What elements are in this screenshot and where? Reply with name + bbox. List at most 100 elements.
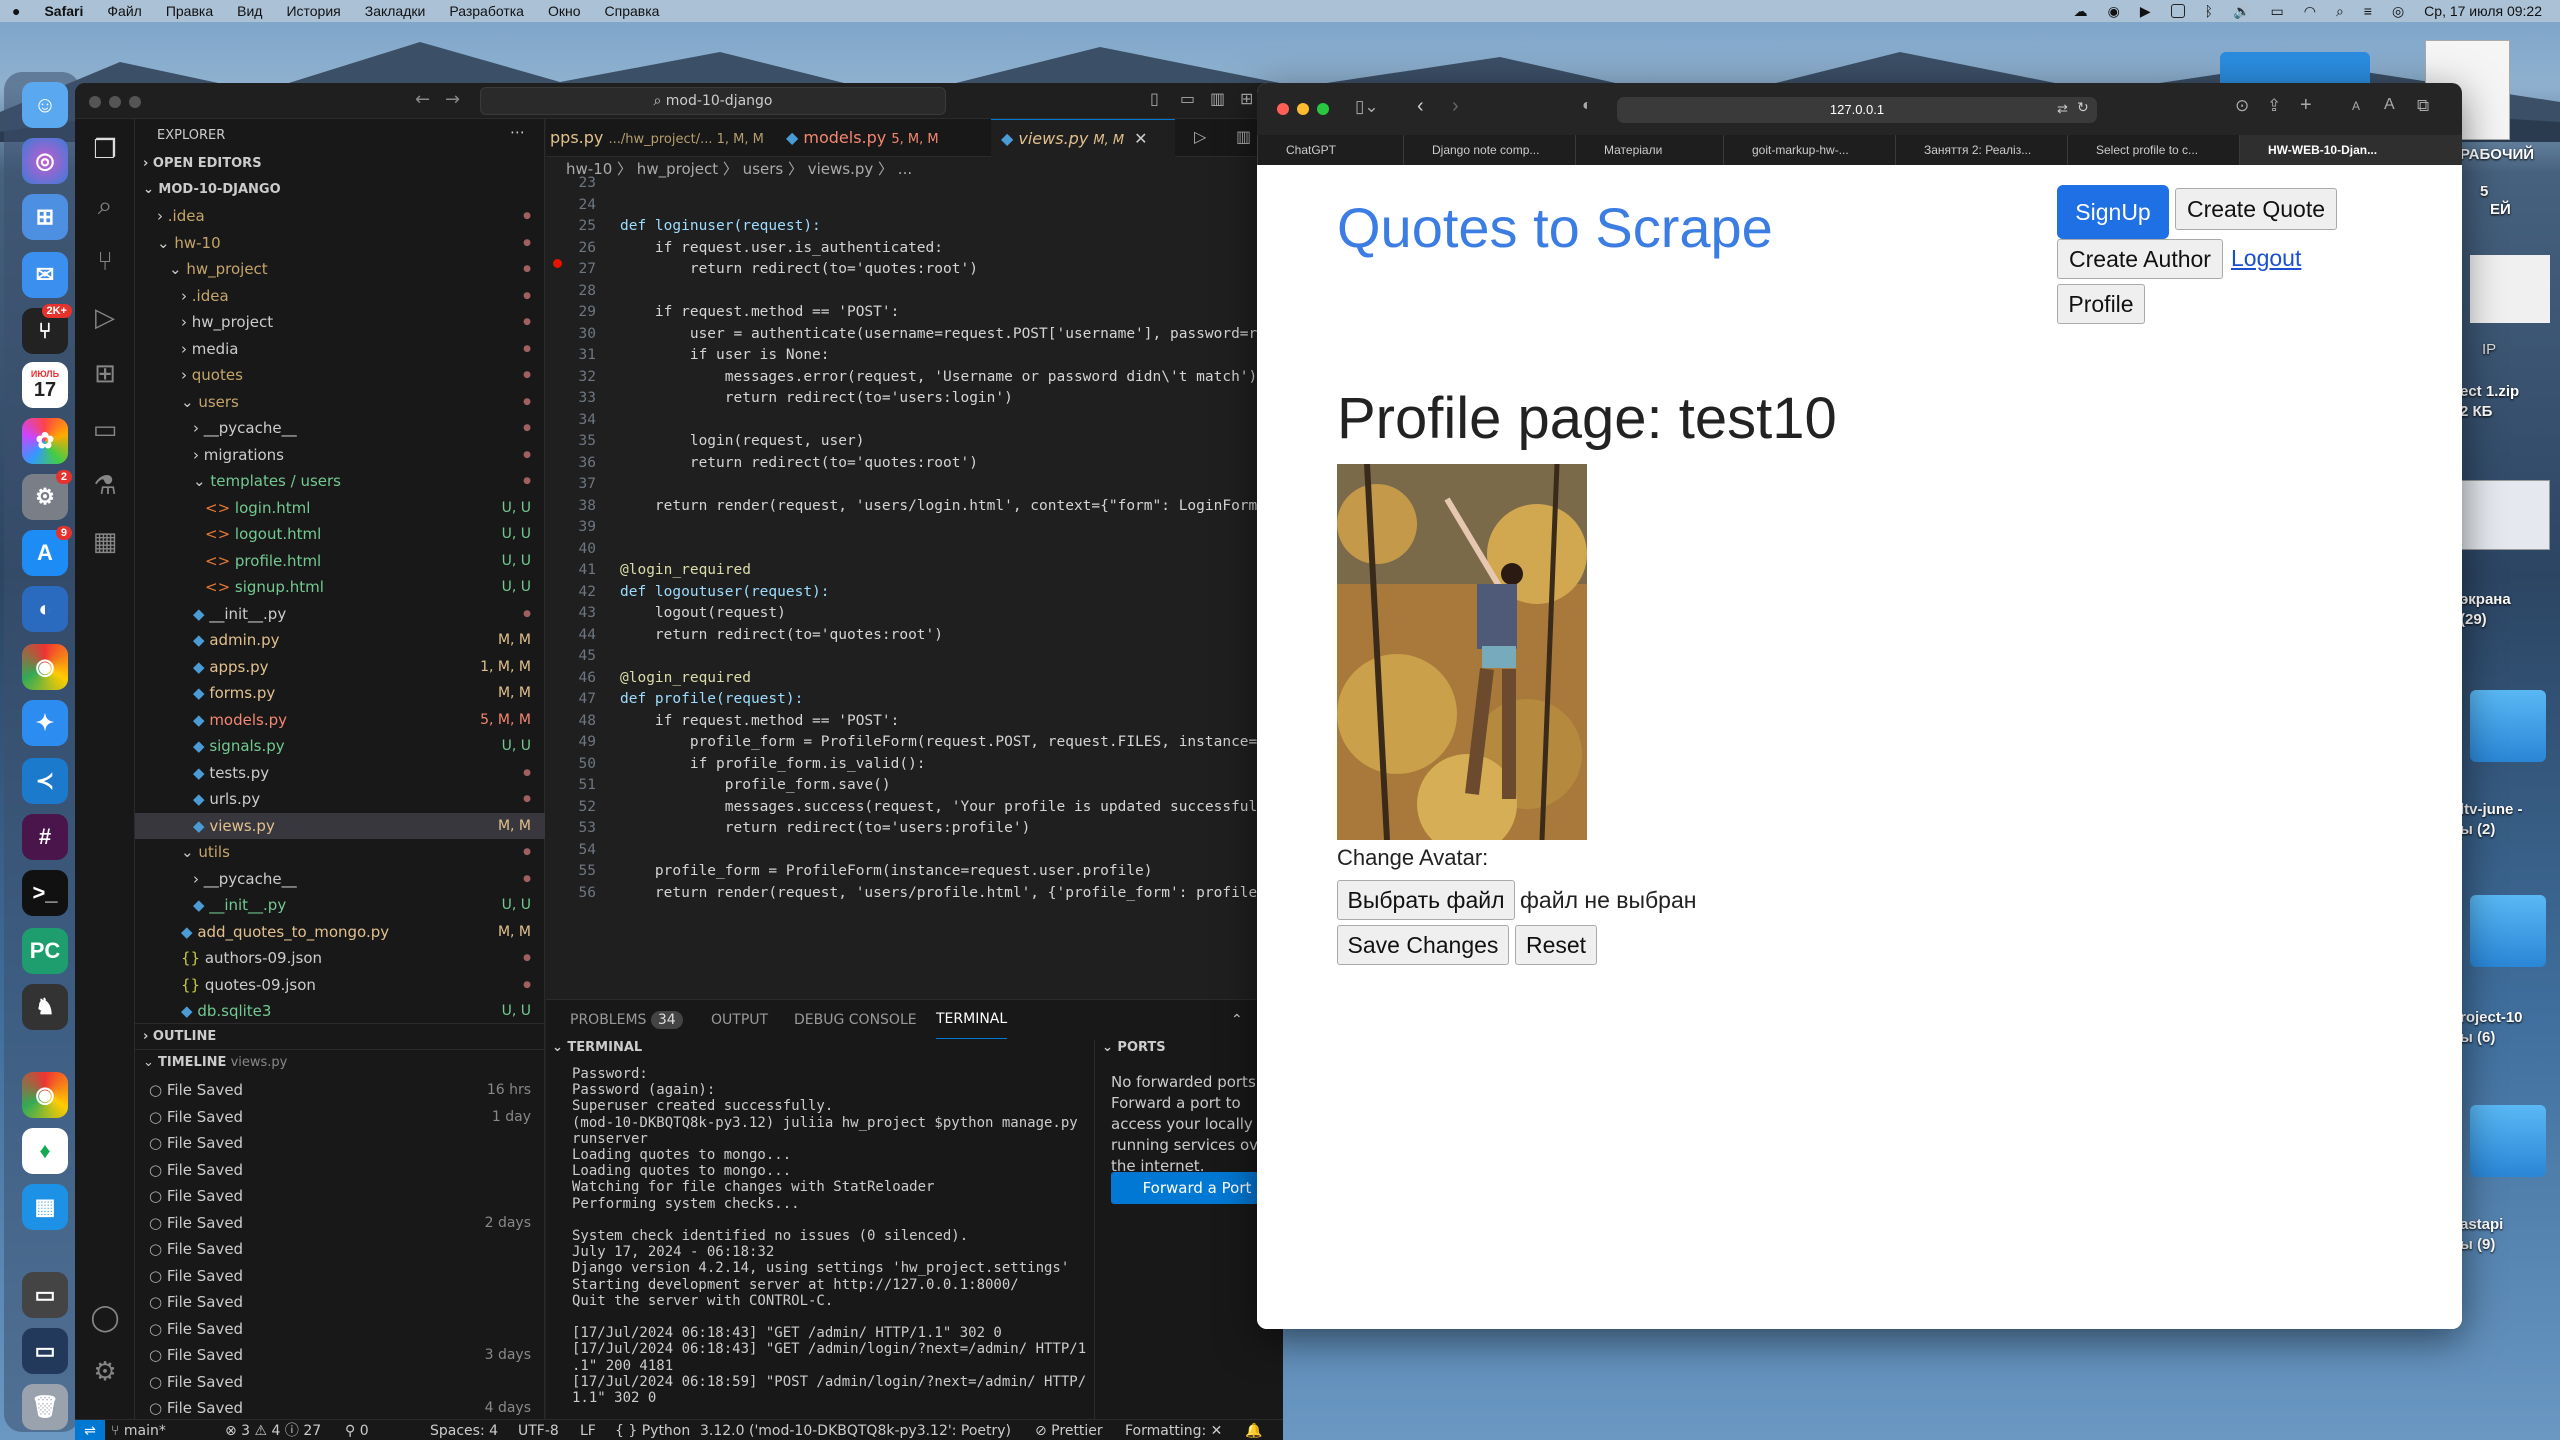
tree-item[interactable]: › __pycache__ ● — [135, 415, 545, 441]
safari-icon[interactable]: ✦ — [22, 700, 68, 746]
wifi-icon[interactable]: ◠ — [2304, 3, 2316, 20]
address-bar[interactable]: 127.0.0.1 — [1617, 97, 2097, 123]
new-tab-icon[interactable]: + — [2300, 94, 2312, 117]
indentation-status[interactable]: Spaces: 4 — [430, 1420, 498, 1440]
timeline-item[interactable]: ○ File Saved — [135, 1236, 545, 1262]
search-icon[interactable]: ⌕ — [2336, 3, 2344, 20]
sequel-icon[interactable]: ♞ — [22, 984, 68, 1030]
vscode-icon[interactable]: ≺ — [22, 758, 68, 804]
window-thumbnail-icon[interactable]: ▭ — [22, 1272, 68, 1318]
tab-terminal[interactable]: TERMINAL — [936, 1000, 1008, 1039]
timeline-item[interactable]: ○ File Saved 1 day — [135, 1104, 545, 1130]
project-section[interactable]: ⌄ MOD-10-DJANGO — [135, 177, 545, 203]
tree-item[interactable]: ⌄ users ● — [135, 389, 545, 415]
git-icon[interactable]: ⑂ 2K+ — [22, 304, 72, 354]
tree-item[interactable]: › .idea ● — [135, 203, 545, 229]
menu-edit[interactable]: Правка — [154, 3, 225, 19]
sidebar-icon[interactable]: ▯⌄ — [1355, 97, 1379, 117]
control-center-icon[interactable]: ≡ — [2364, 3, 2372, 19]
tree-item[interactable]: ◆ __init__.py ● — [135, 601, 545, 627]
split-editor-icon[interactable]: ▥ — [1236, 127, 1251, 146]
photos-icon[interactable]: ✿ — [22, 418, 68, 464]
logout-link[interactable]: Logout — [2231, 245, 2301, 272]
tab-overview-icon[interactable]: ⧉ — [2417, 96, 2429, 116]
tree-item[interactable]: <> signup.html U, U — [135, 574, 545, 600]
bluetooth-icon[interactable]: ᛒ — [2205, 3, 2213, 19]
tree-item[interactable]: › hw_project ● — [135, 309, 545, 335]
settings-icon[interactable]: ⚙ 2 — [22, 470, 72, 520]
safari-tab[interactable]: ChatGPT — [1257, 135, 1403, 165]
tree-item[interactable]: › media ● — [135, 336, 545, 362]
zoom-window-button[interactable] — [129, 96, 141, 108]
status-icon[interactable]: ◉ — [2108, 3, 2120, 20]
zoom-window-button[interactable] — [1317, 103, 1329, 115]
more-actions-icon[interactable]: ⋯ — [510, 123, 525, 141]
create-quote-button[interactable]: Create Quote — [2175, 188, 2337, 230]
tree-item[interactable]: ◆ db.sqlite3 U, U — [135, 998, 545, 1024]
tree-item[interactable]: › __pycache__ ● — [135, 866, 545, 892]
timeline-item[interactable]: ○ File Saved 4 days — [135, 1395, 545, 1421]
proxyman-icon[interactable]: ◐ — [22, 586, 68, 632]
interpreter-status[interactable]: 3.12.0 ('mod-10-DKBQTQ8k-py3.12': Poetry… — [700, 1420, 1011, 1440]
tab-output[interactable]: OUTPUT — [711, 1000, 768, 1040]
timeline-item[interactable]: ○ File Saved 16 hrs — [135, 1077, 545, 1103]
notifications-bell-icon[interactable]: 🔔 — [1245, 1420, 1262, 1440]
finder-icon[interactable]: ☺ — [22, 82, 68, 128]
keyboard-input-icon[interactable] — [2170, 4, 2185, 18]
menu-app-name[interactable]: Safari — [32, 3, 95, 19]
chrome-icon[interactable]: ◉ — [22, 644, 68, 690]
screenshot-thumbnail[interactable] — [2460, 480, 2550, 550]
tab-apps[interactable]: pps.py .../hw_project/... 1, M, M — [550, 119, 764, 157]
formatting-status[interactable]: Formatting: ✕ — [1125, 1420, 1222, 1440]
forward-icon[interactable]: › — [1452, 95, 1459, 118]
safari-tab-active[interactable]: HW-WEB-10-Djan... — [2239, 135, 2462, 165]
prettier-status[interactable]: ⊘ Prettier — [1035, 1420, 1103, 1440]
safari-tab[interactable]: Django note comp... — [1403, 135, 1575, 165]
safari-tab[interactable]: Заняття 2: Реаліз... — [1895, 135, 2067, 165]
tree-item[interactable]: › .idea ● — [135, 283, 545, 309]
safari-tab[interactable]: goit-markup-hw-... — [1723, 135, 1895, 165]
minimize-window-button[interactable] — [1297, 103, 1309, 115]
tab-views[interactable]: ◆ views.py M, M ✕ — [991, 119, 1175, 157]
run-icon[interactable]: ▷ — [1194, 127, 1206, 146]
share-icon[interactable]: ⇪ — [2267, 96, 2281, 116]
mongodb-icon[interactable]: ♦ — [22, 1128, 68, 1174]
layout-icon[interactable]: ▥ — [1210, 89, 1225, 108]
apple-icon[interactable]: ● — [0, 3, 32, 19]
reset-button[interactable]: Reset — [1515, 925, 1597, 965]
testing-icon[interactable]: ⚗ — [88, 469, 122, 503]
search-icon[interactable]: ⌕ — [88, 189, 122, 223]
tree-item[interactable]: ◆ apps.py 1, M, M — [135, 654, 545, 680]
extensions-icon[interactable]: ⊞ — [88, 357, 122, 391]
code-editor[interactable]: 23 24 25 def loginuser(request): 26 if reque… — [546, 175, 1283, 999]
explorer-icon[interactable]: ❐ — [88, 133, 122, 167]
folder-icon[interactable] — [2470, 690, 2546, 762]
tree-item[interactable]: ◆ urls.py ● — [135, 786, 545, 812]
ports-status[interactable]: ⚲ 0 — [345, 1420, 369, 1440]
tree-item[interactable]: <> login.html U, U — [135, 495, 545, 521]
safari-tab[interactable]: Select profile to c... — [2067, 135, 2239, 165]
siri-icon[interactable]: ◎ — [2392, 3, 2404, 20]
text-smaller-icon[interactable]: A — [2352, 99, 2360, 113]
calendar-icon[interactable]: ИЮЛЬ 17 — [22, 362, 68, 408]
remote-icon[interactable]: ⇌ — [75, 1420, 105, 1440]
window-thumbnail-icon[interactable]: ▭ — [22, 1328, 68, 1374]
timeline-item[interactable]: ○ File Saved — [135, 1183, 545, 1209]
choose-file-button[interactable]: Выбрать файл — [1337, 880, 1515, 920]
menu-develop[interactable]: Разработка — [437, 3, 536, 19]
tree-item[interactable]: <> profile.html U, U — [135, 548, 545, 574]
text-larger-icon[interactable]: A — [2384, 96, 2395, 114]
menu-window[interactable]: Окно — [536, 3, 593, 19]
timeline-item[interactable]: ○ File Saved — [135, 1369, 545, 1395]
source-control-icon[interactable]: ⑂ — [88, 245, 122, 279]
branch-status[interactable]: ⑂ main* — [111, 1420, 166, 1440]
timeline-section[interactable]: ⌄ TIMELINE views.py — [135, 1049, 545, 1075]
manage-gear-icon[interactable]: ⚙ — [88, 1355, 122, 1389]
run-debug-icon[interactable]: ▷ — [88, 301, 122, 335]
status-icon[interactable]: ☁ — [2074, 3, 2088, 20]
outline-section[interactable]: › OUTLINE — [135, 1023, 545, 1049]
tree-item[interactable]: ⌄ hw-10 ● — [135, 230, 545, 256]
tab-debug-console[interactable]: DEBUG CONSOLE — [794, 1000, 917, 1040]
menu-view[interactable]: Вид — [225, 3, 274, 19]
appstore-icon[interactable]: A9 — [22, 526, 72, 576]
